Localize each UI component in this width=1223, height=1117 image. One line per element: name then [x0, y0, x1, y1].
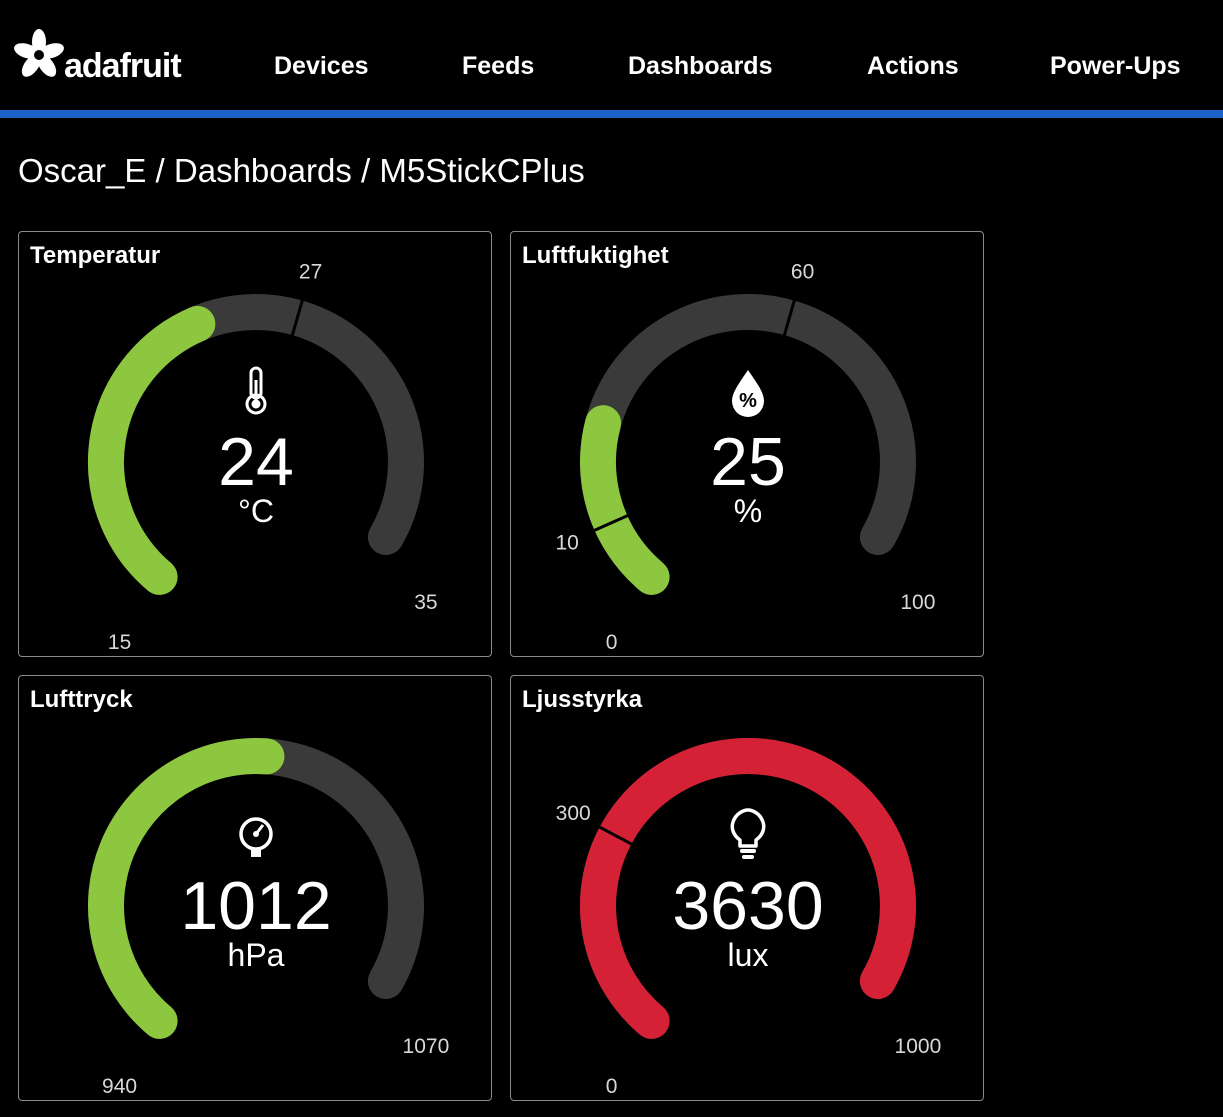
breadcrumb-separator: /	[361, 152, 371, 189]
gauge-max-label: 100	[900, 591, 935, 614]
gauge-max-label: 35	[414, 591, 437, 614]
bulb-base-2	[742, 855, 754, 859]
gauge-chart: 60100100%25%	[555, 261, 935, 654]
gauge-card-pressure[interactable]: Lufttryck 940 1070 1012 hPa	[18, 675, 492, 1101]
nav-accent-line	[0, 110, 1223, 118]
lightbulb-icon	[730, 808, 766, 859]
breadcrumb-dashboards[interactable]: Dashboards	[174, 152, 352, 189]
adafruit-flower-logo-icon	[14, 29, 64, 77]
breadcrumb-current-page: M5StickCPlus	[379, 152, 585, 189]
gauge-value-text: 24	[218, 424, 294, 500]
nav-item-dashboards[interactable]: Dashboards	[628, 52, 772, 81]
adafruit-logo[interactable]: adafruit	[14, 20, 204, 90]
breadcrumb-separator: /	[155, 152, 165, 189]
nav-item-power-ups[interactable]: Power-Ups	[1050, 52, 1181, 81]
gauge-chart: 940 1070 1012hPa	[88, 738, 450, 1098]
gauge-unit-text: °C	[238, 493, 274, 529]
gauge-threshold-high-label: 27	[299, 261, 322, 284]
nav-item-devices[interactable]: Devices	[274, 52, 369, 81]
gauge-chart: 27 15 35 24°C	[88, 261, 438, 654]
gauge-unit-text: %	[734, 493, 762, 529]
gauge-min-label: 0	[606, 631, 618, 654]
pressure-gauge-icon	[239, 817, 273, 857]
bulb-glass	[730, 808, 766, 848]
gauge-card-humidity[interactable]: Luftfuktighet 60 10 0 100% 25%	[510, 231, 984, 657]
gauge-max-label: 1000	[895, 1035, 942, 1058]
gauge-min-label: 0	[606, 1075, 618, 1098]
gauge-threshold-high-label: 60	[791, 261, 814, 284]
nav-item-actions[interactable]: Actions	[867, 52, 959, 81]
gauge-unit-text: hPa	[228, 937, 285, 973]
bulb-base-1	[740, 849, 756, 853]
nav-item-feeds[interactable]: Feeds	[462, 52, 534, 81]
gauge-card-temperature[interactable]: Temperatur 27 15 35 24 °C	[18, 231, 492, 657]
gauge-value-arc	[88, 305, 216, 595]
gauge-max-label: 1070	[403, 1035, 450, 1058]
gauge-min-label: 940	[102, 1075, 137, 1098]
brand-name: adafruit	[64, 47, 182, 85]
drop-percent-sign: %	[739, 390, 757, 412]
gauge-value-text: 3630	[672, 868, 823, 944]
breadcrumb: Oscar_E / Dashboards / M5StickCPlus	[18, 152, 585, 190]
gauge-card-light[interactable]: Ljusstyrka 300 0 1000 3630 lux	[510, 675, 984, 1101]
humidity-drop-icon: %	[732, 370, 764, 417]
gauge-value-text: 25	[710, 424, 786, 500]
gauge-threshold-low-label: 10	[555, 532, 578, 555]
top-navigation-bar: adafruit Devices Feeds Dashboards Action…	[0, 0, 1223, 110]
thermometer-fill	[251, 399, 261, 409]
gauge-chart: 300 0 1000 3630lux	[556, 738, 942, 1098]
gauge-threshold-low-label: 300	[556, 802, 591, 825]
gauge-value-text: 1012	[180, 868, 331, 944]
gauge-unit-text: lux	[728, 937, 769, 973]
dial-stem	[251, 849, 261, 857]
gauge-value-arc	[580, 405, 670, 595]
thermometer-icon	[245, 366, 267, 415]
breadcrumb-user[interactable]: Oscar_E	[18, 152, 146, 189]
gauge-min-label: 15	[108, 631, 131, 654]
dial-hub	[253, 831, 259, 837]
